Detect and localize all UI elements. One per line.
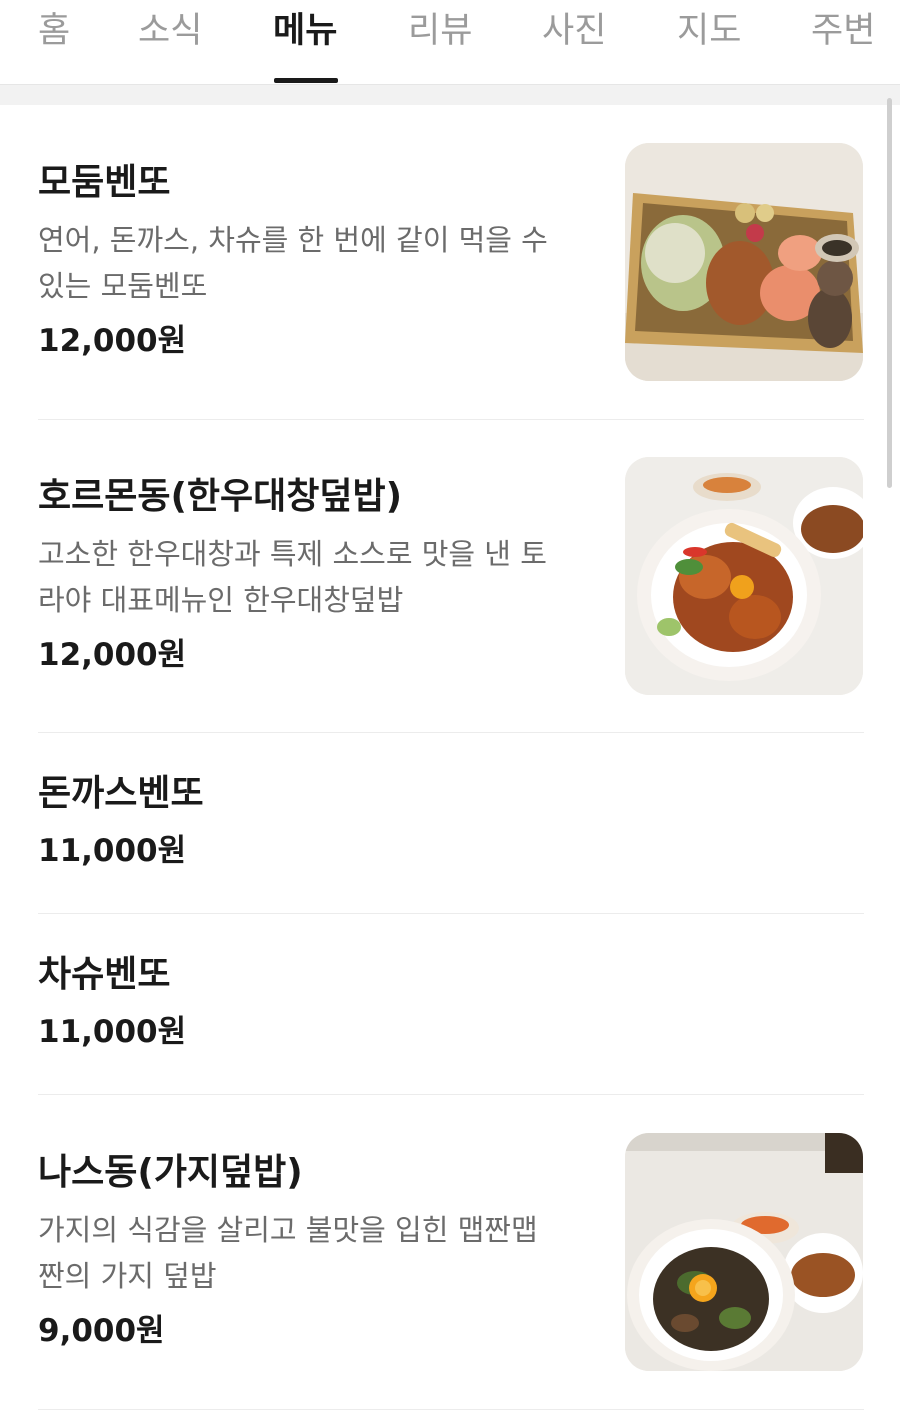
menu-item-name: 차슈벤또 <box>38 954 171 995</box>
menu-item-price: 12,000원 <box>38 637 187 673</box>
menu-item[interactable]: 돈까스벤또 11,000원 <box>38 733 864 913</box>
menu-item[interactable]: 나스동(가지덮밥) 가지의 식감을 살리고 불맛을 입힌 맵짠맵 짠의 가지 덮… <box>38 1095 864 1409</box>
menu-item[interactable]: 차슈벤또 11,000원 <box>38 914 864 1094</box>
divider <box>38 1409 864 1410</box>
menu-item-price: 11,000원 <box>38 833 187 869</box>
tab-news[interactable]: 소식 <box>138 8 202 54</box>
menu-item-description-line: 짠의 가지 덮밥 <box>38 1259 217 1293</box>
menu-item-description-line: 고소한 한우대창과 특제 소스로 맛을 낸 토 <box>38 537 547 571</box>
menu-item[interactable]: 호르몬동(한우대창덮밥) 고소한 한우대창과 특제 소스로 맛을 낸 토 라야 … <box>38 420 864 732</box>
tab-map[interactable]: 지도 <box>677 8 741 54</box>
active-tab-indicator <box>274 78 338 83</box>
menu-item-name: 호르몬동(한우대창덮밥) <box>38 476 403 517</box>
menu-item-description: 고소한 한우대창과 특제 소스로 맛을 낸 토 라야 대표메뉴인 한우대창덮밥 <box>38 531 593 623</box>
tab-home[interactable]: 홈 <box>38 8 70 54</box>
menu-item-name: 돈까스벤또 <box>38 773 204 814</box>
tab-reviews[interactable]: 리뷰 <box>408 8 472 54</box>
menu-item-description-line: 있는 모둠벤또 <box>38 269 208 303</box>
menu-item-description-line: 연어, 돈까스, 차슈를 한 번에 같이 먹을 수 <box>38 223 548 257</box>
tab-photos[interactable]: 사진 <box>542 8 606 54</box>
menu-item-price: 11,000원 <box>38 1014 187 1050</box>
menu-item-price: 9,000원 <box>38 1313 165 1349</box>
bento-box-photo[interactable] <box>625 143 863 381</box>
menu-item-description-line: 가지의 식감을 살리고 불맛을 입힌 맵짠맵 <box>38 1213 538 1247</box>
scrollbar[interactable] <box>887 98 892 488</box>
eggplant-rice-bowl-photo[interactable] <box>625 1133 863 1371</box>
menu-item-name: 나스동(가지덮밥) <box>38 1152 303 1193</box>
menu-item[interactable]: 모둠벤또 연어, 돈까스, 차슈를 한 번에 같이 먹을 수 있는 모둠벤또 1… <box>38 105 864 419</box>
section-separator <box>0 85 900 105</box>
menu-item-price: 12,000원 <box>38 323 187 359</box>
menu-item-description: 연어, 돈까스, 차슈를 한 번에 같이 먹을 수 있는 모둠벤또 <box>38 217 593 309</box>
tab-nearby[interactable]: 주변 <box>811 8 875 54</box>
menu-item-description: 가지의 식감을 살리고 불맛을 입힌 맵짠맵 짠의 가지 덮밥 <box>38 1207 593 1299</box>
tab-menu[interactable]: 메뉴 <box>273 8 337 54</box>
menu-item-name: 모둠벤또 <box>38 162 171 203</box>
beef-intestine-rice-bowl-photo[interactable] <box>625 457 863 695</box>
tab-bar: 홈 소식 메뉴 리뷰 사진 지도 주변 <box>0 0 900 85</box>
menu-item-description-line: 라야 대표메뉴인 한우대창덮밥 <box>38 583 404 617</box>
